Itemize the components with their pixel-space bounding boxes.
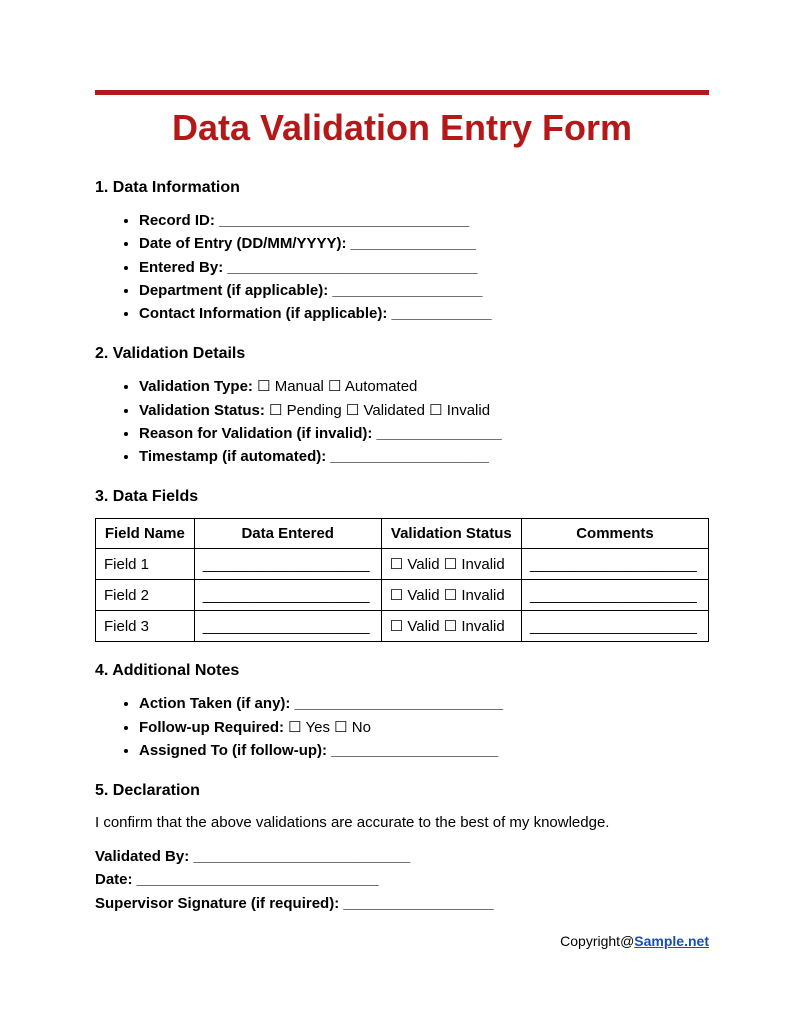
section-2-list: Validation Type: ☐ Manual ☐ Automated Va… — [117, 375, 709, 468]
department-field[interactable]: Department (if applicable): ____________… — [139, 279, 709, 302]
copyright-prefix: Copyright@ — [560, 933, 634, 949]
th-data-entered: Data Entered — [194, 519, 381, 549]
reason-field[interactable]: Reason for Validation (if invalid): ____… — [139, 422, 709, 445]
action-taken-field[interactable]: Action Taken (if any): _________________… — [139, 692, 709, 715]
cell-validation-status[interactable]: ☐ Valid ☐ Invalid — [381, 549, 521, 580]
copyright-link[interactable]: Sample.net — [634, 933, 709, 949]
validation-status-field[interactable]: Validation Status: ☐ Pending ☐ Validated… — [139, 399, 709, 422]
cell-validation-status[interactable]: ☐ Valid ☐ Invalid — [381, 611, 521, 642]
entered-by-field[interactable]: Entered By: ____________________________… — [139, 256, 709, 279]
declaration-text: I confirm that the above validations are… — [95, 814, 709, 831]
cell-data-entered[interactable]: ____________________ — [194, 549, 381, 580]
form-title: Data Validation Entry Form — [95, 107, 709, 149]
section-4-list: Action Taken (if any): _________________… — [117, 692, 709, 762]
top-rule — [95, 90, 709, 95]
th-comments: Comments — [521, 519, 708, 549]
cell-data-entered[interactable]: ____________________ — [194, 611, 381, 642]
followup-options[interactable]: ☐ Yes ☐ No — [288, 719, 371, 736]
validation-type-label: Validation Type: — [139, 378, 257, 395]
th-validation-status: Validation Status — [381, 519, 521, 549]
contact-field[interactable]: Contact Information (if applicable): ___… — [139, 302, 709, 325]
section-4-head: 4. Additional Notes — [95, 662, 709, 680]
validation-type-field[interactable]: Validation Type: ☐ Manual ☐ Automated — [139, 375, 709, 398]
section-5-head: 5. Declaration — [95, 782, 709, 800]
cell-data-entered[interactable]: ____________________ — [194, 580, 381, 611]
supervisor-signature-line[interactable]: Supervisor Signature (if required): ____… — [95, 892, 709, 915]
assigned-to-field[interactable]: Assigned To (if follow-up): ____________… — [139, 739, 709, 762]
section-3-head: 3. Data Fields — [95, 488, 709, 506]
timestamp-field[interactable]: Timestamp (if automated): ______________… — [139, 445, 709, 468]
cell-field-name: Field 2 — [96, 580, 195, 611]
copyright-footer: Copyright@Sample.net — [95, 933, 709, 949]
validation-status-options[interactable]: ☐ Pending ☐ Validated ☐ Invalid — [269, 402, 490, 419]
validation-type-options[interactable]: ☐ Manual ☐ Automated — [257, 378, 417, 395]
table-row: Field 3 ____________________ ☐ Valid ☐ I… — [96, 611, 709, 642]
table-row: Field 1 ____________________ ☐ Valid ☐ I… — [96, 549, 709, 580]
record-id-field[interactable]: Record ID: _____________________________… — [139, 209, 709, 232]
cell-comments[interactable]: ____________________ — [521, 611, 708, 642]
date-line[interactable]: Date: _____________________________ — [95, 868, 709, 891]
section-1-list: Record ID: _____________________________… — [117, 209, 709, 325]
followup-required-field[interactable]: Follow-up Required: ☐ Yes ☐ No — [139, 716, 709, 739]
cell-field-name: Field 1 — [96, 549, 195, 580]
date-of-entry-field[interactable]: Date of Entry (DD/MM/YYYY): ____________… — [139, 232, 709, 255]
validation-status-label: Validation Status: — [139, 402, 269, 419]
cell-comments[interactable]: ____________________ — [521, 549, 708, 580]
th-field-name: Field Name — [96, 519, 195, 549]
validated-by-line[interactable]: Validated By: __________________________ — [95, 845, 709, 868]
table-row: Field 2 ____________________ ☐ Valid ☐ I… — [96, 580, 709, 611]
followup-label: Follow-up Required: — [139, 719, 288, 736]
document-page: Data Validation Entry Form 1. Data Infor… — [0, 0, 804, 989]
signature-block: Validated By: __________________________… — [95, 845, 709, 915]
cell-field-name: Field 3 — [96, 611, 195, 642]
data-fields-table: Field Name Data Entered Validation Statu… — [95, 518, 709, 642]
section-2-head: 2. Validation Details — [95, 345, 709, 363]
section-1-head: 1. Data Information — [95, 179, 709, 197]
cell-comments[interactable]: ____________________ — [521, 580, 708, 611]
table-header-row: Field Name Data Entered Validation Statu… — [96, 519, 709, 549]
cell-validation-status[interactable]: ☐ Valid ☐ Invalid — [381, 580, 521, 611]
